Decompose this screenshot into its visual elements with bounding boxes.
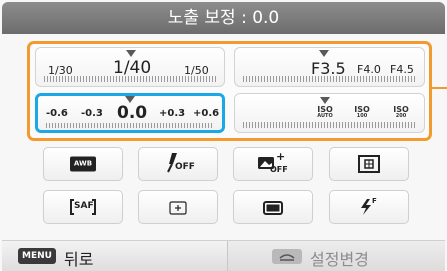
iso-scale — [243, 122, 416, 128]
smart-filter-off-button[interactable]: + OFF — [233, 147, 313, 181]
highlight-leader-line — [432, 87, 447, 89]
awb-icon: AWB — [70, 156, 96, 172]
aperture-dial[interactable]: F3.5 F4.0 F4.5 — [234, 47, 425, 87]
page-title: 노출 보정 : 0.0 — [167, 8, 280, 28]
iso-indicator-icon — [320, 97, 330, 104]
shutter-value-current: 1/40 — [113, 58, 152, 78]
aperture-scale — [243, 76, 416, 82]
metering-button[interactable] — [329, 147, 409, 181]
aperture-indicator-icon — [319, 50, 329, 57]
ev-value: -0.6 — [46, 108, 68, 119]
iso-option-100: ISO 100 — [354, 105, 370, 120]
iso-option-200: ISO 200 — [393, 105, 409, 120]
aperture-value-next2: F4.5 — [390, 63, 414, 76]
flash-fill-icon: F — [358, 197, 380, 216]
saf-icon: SAF — [69, 198, 97, 216]
awb-button[interactable]: AWB — [43, 147, 123, 181]
ev-value: +0.3 — [159, 108, 186, 119]
shutter-speed-dial[interactable]: 1/30 1/40 1/50 — [35, 47, 225, 87]
center-af-icon — [169, 200, 187, 215]
aspect-ratio-button[interactable] — [233, 190, 313, 224]
title-bar: 노출 보정 : 0.0 — [2, 2, 445, 34]
ev-value: +0.6 — [193, 108, 220, 119]
af-area-button[interactable] — [138, 190, 218, 224]
exposure-compensation-dial[interactable]: -0.6 -0.3 0.0 +0.3 +0.6 — [35, 93, 225, 133]
multi-metering-icon — [358, 155, 380, 173]
change-settings-label: 설정변경 — [310, 250, 369, 269]
aperture-value-next1: F4.0 — [357, 63, 381, 76]
exposure-settings-screen: 노출 보정 : 0.0 1/30 1/40 1/50 F3.5 F4.0 F4.… — [0, 0, 447, 271]
flash-off-button[interactable]: OFF — [138, 147, 218, 181]
change-settings-button[interactable]: 설정변경 — [228, 241, 445, 271]
svg-text:+: + — [276, 151, 285, 163]
shutter-scale — [44, 76, 216, 82]
af-mode-button[interactable]: SAF — [43, 190, 123, 224]
ev-value-current: 0.0 — [117, 103, 148, 123]
aspect-ratio-icon — [263, 200, 283, 215]
iso-option-auto: ISO AUTO — [317, 105, 333, 120]
menu-key-icon: MENU — [18, 248, 56, 264]
iso-dial[interactable]: ISO AUTO ISO 100 ISO 200 — [234, 93, 425, 133]
back-label: 뒤로 — [64, 250, 94, 269]
flash-off-icon: OFF — [163, 152, 195, 176]
back-button[interactable]: MENU 뒤로 — [2, 241, 228, 271]
bottom-bar: MENU 뒤로 설정변경 — [2, 240, 445, 271]
ev-indicator-icon — [125, 96, 135, 103]
smart-filter-off-icon: + OFF — [257, 150, 289, 177]
settings-key-icon — [272, 249, 302, 264]
ev-scale — [46, 123, 214, 128]
flash-mode-button[interactable]: F — [329, 190, 409, 224]
ev-value: -0.3 — [81, 108, 103, 119]
shutter-indicator-icon — [126, 50, 136, 57]
